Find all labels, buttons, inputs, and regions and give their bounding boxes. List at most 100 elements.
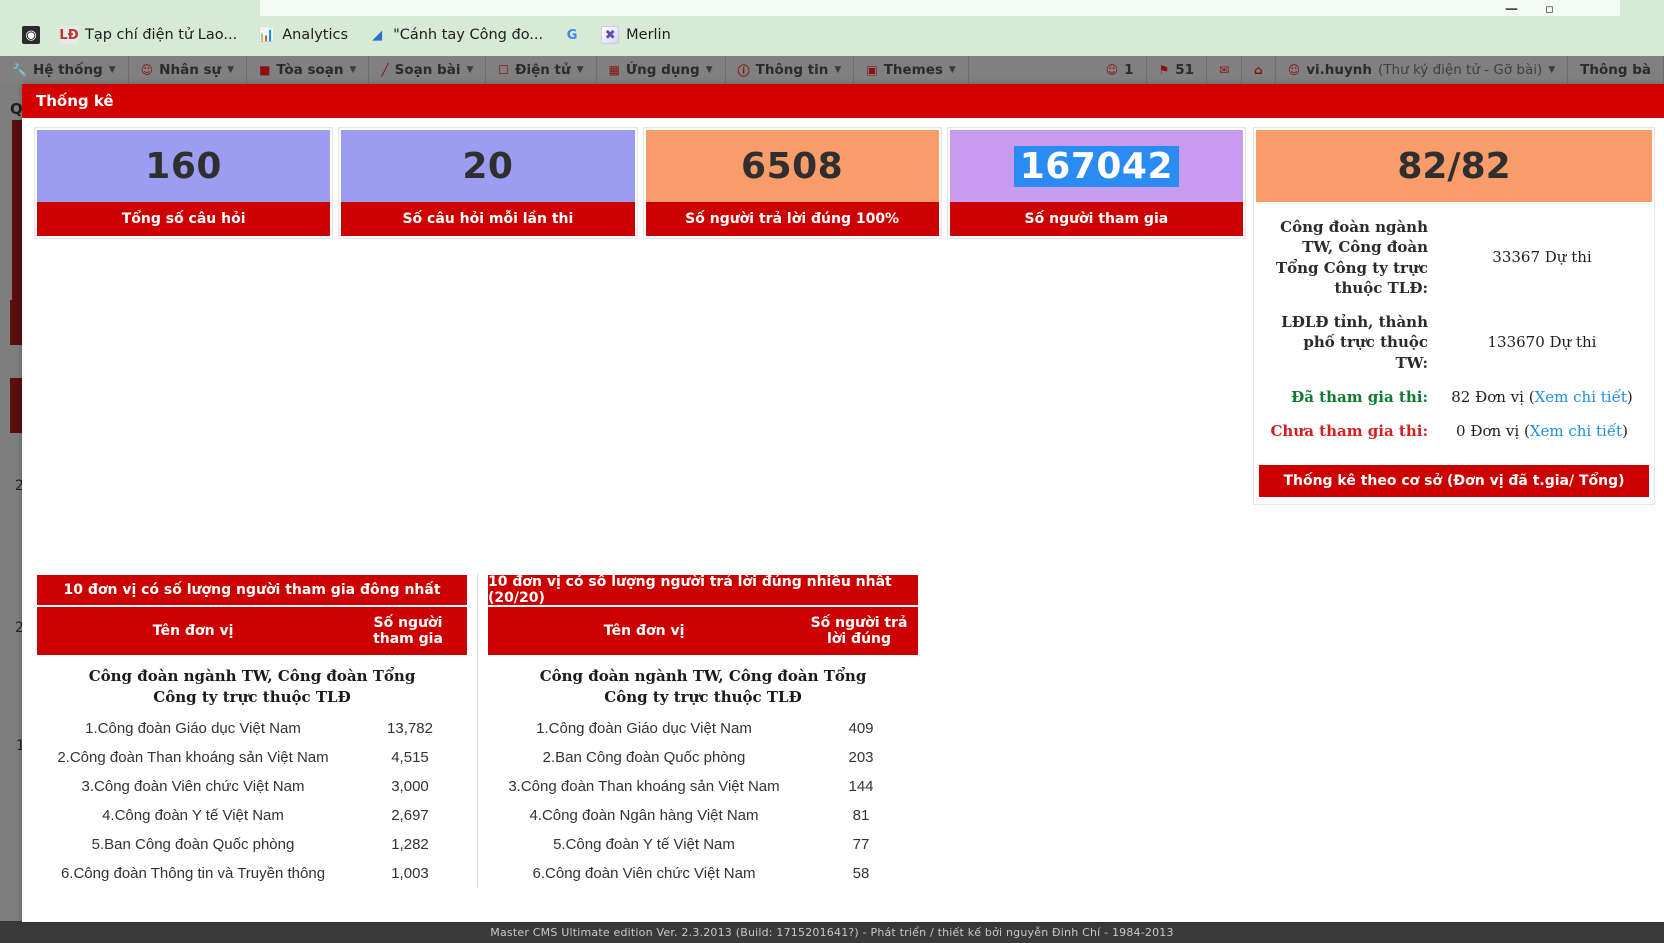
- bookmark-home[interactable]: ◉: [12, 24, 50, 46]
- pencil-icon: ╱: [381, 63, 388, 77]
- kpi-label: Số người trả lời đúng 100%: [646, 202, 939, 236]
- table-title: 10 đơn vị có số lượng người tham gia đôn…: [35, 573, 469, 607]
- thong-ke-theo-co-so-button[interactable]: Thống kê theo cơ sở (Đơn vị đã t.gia/ Tổ…: [1258, 464, 1650, 498]
- status-online-users[interactable]: ☺ 1: [1094, 56, 1147, 84]
- minimize-button[interactable]: —: [1505, 2, 1518, 17]
- xem-chi-tiet-link-da-tham-gia[interactable]: Xem chi tiết: [1535, 388, 1627, 406]
- bookmark-google[interactable]: G: [553, 24, 591, 46]
- menu-item-thong-bao[interactable]: Thông bà: [1568, 56, 1664, 84]
- maximize-button[interactable]: ▫: [1545, 2, 1554, 17]
- table-row[interactable]: 1.Công đoàn Giáo dục Việt Nam 409: [486, 714, 920, 743]
- menu-item-dien-tu[interactable]: ☐ Điện tử ▼: [486, 56, 596, 84]
- modal-title: Thống kê: [36, 92, 114, 110]
- person-icon: ☺: [141, 63, 154, 77]
- table-row[interactable]: 2.Ban Công đoàn Quốc phòng 203: [486, 743, 920, 772]
- menu-item-he-thong[interactable]: 🔧 Hệ thống ▼: [0, 56, 129, 84]
- chevron-down-icon: ▼: [706, 65, 713, 75]
- account-icon: ☺: [1288, 63, 1301, 77]
- menu-label: Thông bà: [1580, 62, 1651, 78]
- table-row[interactable]: 6.Công đoàn Thông tin và Truyền thông 1,…: [35, 859, 469, 888]
- table-row[interactable]: 4.Công đoàn Y tế Việt Nam 2,697: [35, 801, 469, 830]
- table-row[interactable]: 3.Công đoàn Viên chức Việt Nam 3,000: [35, 772, 469, 801]
- row-name: 5.Công đoàn Y tế Việt Nam: [486, 836, 802, 853]
- column-header-count[interactable]: Số người trả lời đúng: [800, 607, 918, 655]
- pin-icon: ■: [259, 63, 270, 77]
- menu-item-ung-dung[interactable]: ▦ Ứng dụng ▼: [597, 56, 726, 84]
- kpi-card-tra-loi-dung-100[interactable]: 6508 Số người trả lời đúng 100%: [644, 128, 941, 238]
- kpi-value-wrapper: 167042: [950, 130, 1243, 202]
- menu-label: Điện tử: [515, 62, 570, 78]
- table-row[interactable]: 2.Công đoàn Than khoáng sản Việt Nam 4,5…: [35, 743, 469, 772]
- row-value: 203: [802, 749, 920, 766]
- user-menu[interactable]: ☺ vi.huynh (Thư ký điện tử - Gỡ bài) ▼: [1276, 56, 1568, 84]
- home-icon: ⌂: [1254, 63, 1263, 77]
- summary-value: 33367 Dự thi: [1442, 247, 1642, 267]
- kpi-value: 6508: [646, 130, 939, 202]
- table-row[interactable]: 1.Công đoàn Giáo dục Việt Nam 13,782: [35, 714, 469, 743]
- bookmark-merlin[interactable]: ✖ Merlin: [591, 24, 681, 46]
- analytics-icon: 📊: [257, 26, 275, 44]
- summary-key: LĐLĐ tỉnh, thành phố trực thuộc TW:: [1266, 312, 1442, 373]
- kpi-card-tong-so-cau-hoi[interactable]: 160 Tổng số câu hỏi: [35, 128, 332, 238]
- table-row[interactable]: 3.Công đoàn Than khoáng sản Việt Nam 144: [486, 772, 920, 801]
- kpi-label: Số câu hỏi mỗi lần thi: [341, 202, 634, 236]
- user-role: (Thư ký điện tử - Gỡ bài): [1378, 62, 1542, 78]
- menu-item-thong-tin[interactable]: ⓘ Thông tin ▼: [726, 56, 855, 84]
- flag-count-icon: ⚑: [1159, 63, 1170, 77]
- table-group-label: Công đoàn ngành TW, Công đoàn Tổng Công …: [35, 657, 469, 714]
- browser-window-frame: [260, 0, 1620, 16]
- summary-value: 82 Đơn vị (Xem chi tiết): [1442, 387, 1642, 407]
- summary-value: 133670 Dự thi: [1442, 332, 1642, 352]
- bookmark-label: Tạp chí điện tử Lao...: [85, 27, 237, 43]
- status-messages[interactable]: ✉: [1207, 56, 1242, 84]
- menu-item-nhan-su[interactable]: ☺ Nhân sự ▼: [129, 56, 247, 84]
- bookmark-analytics[interactable]: 📊 Analytics: [247, 24, 358, 46]
- user-name: vi.huynh: [1306, 62, 1372, 78]
- menu-item-soan-bai[interactable]: ╱ Soạn bài ▼: [369, 56, 486, 84]
- xem-chi-tiet-link-chua-tham-gia[interactable]: Xem chi tiết: [1530, 422, 1622, 440]
- status-flags[interactable]: ⚑ 51: [1147, 56, 1208, 84]
- menu-item-toa-soan[interactable]: ■ Tòa soạn ▼: [247, 56, 369, 84]
- menu-label: Ứng dụng: [626, 62, 700, 78]
- unit-summary-panel: 82/82 Công đoàn ngành TW, Công đoàn Tổng…: [1254, 128, 1654, 504]
- kpi-card-so-cau-hoi-moi-lan-thi[interactable]: 20 Số câu hỏi mỗi lần thi: [339, 128, 636, 238]
- table-row[interactable]: 6.Công đoàn Viên chức Việt Nam 58: [486, 859, 920, 888]
- row-name: 2.Công đoàn Than khoáng sản Việt Nam: [35, 749, 351, 766]
- table-header-row: Tên đơn vị Số người trả lời đúng: [486, 607, 920, 657]
- kpi-value: 160: [37, 130, 330, 202]
- column-header-name[interactable]: Tên đơn vị: [37, 607, 349, 655]
- table-row[interactable]: 5.Ban Công đoàn Quốc phòng 1,282: [35, 830, 469, 859]
- table-row[interactable]: 4.Công đoàn Ngân hàng Việt Nam 81: [486, 801, 920, 830]
- menu-item-themes[interactable]: ▣ Themes ▼: [854, 56, 969, 84]
- kpi-label: Số người tham gia: [950, 202, 1243, 236]
- table-top-participants: 10 đơn vị có số lượng người tham gia đôn…: [35, 573, 469, 888]
- column-header-name[interactable]: Tên đơn vị: [488, 607, 800, 655]
- chevron-down-icon: ▼: [1548, 65, 1555, 75]
- menu-label: Soạn bài: [395, 62, 461, 78]
- summary-row-chua-tham-gia: Chưa tham gia thi: 0 Đơn vị (Xem chi tiế…: [1266, 414, 1642, 448]
- summary-suffix: ): [1622, 422, 1628, 440]
- bookmark-label: Analytics: [282, 27, 348, 43]
- wrench-icon: 🔧: [12, 63, 27, 77]
- summary-key: Đã tham gia thi:: [1266, 387, 1442, 407]
- kpi-card-row: 160 Tổng số câu hỏi 20 Số câu hỏi mỗi lầ…: [35, 128, 1245, 238]
- bookmarks-bar: ◉ LĐ Tạp chí điện tử Lao... 📊 Analytics …: [0, 18, 681, 52]
- kpi-card-so-nguoi-tham-gia[interactable]: 167042 Số người tham gia: [948, 128, 1245, 238]
- table-row[interactable]: 5.Công đoàn Y tế Việt Nam 77: [486, 830, 920, 859]
- chevron-down-icon: ▼: [466, 65, 473, 75]
- modal-title-bar: Thống kê: [22, 84, 1664, 118]
- row-name: 1.Công đoàn Giáo dục Việt Nam: [486, 720, 802, 737]
- column-header-count[interactable]: Số người tham gia: [349, 607, 467, 655]
- row-value: 4,515: [351, 749, 469, 766]
- status-home[interactable]: ⌂: [1242, 56, 1276, 84]
- user-count-icon: ☺: [1106, 63, 1119, 77]
- browser-chrome: — ▫ ◉ LĐ Tạp chí điện tử Lao... 📊 Analyt…: [0, 0, 1664, 56]
- info-icon: ⓘ: [738, 62, 750, 79]
- bookmark-tap-chi[interactable]: LĐ Tạp chí điện tử Lao...: [50, 24, 247, 46]
- bookmark-canh-tay[interactable]: ◢ "Cánh tay Công đo...: [358, 24, 553, 46]
- row-value: 144: [802, 778, 920, 795]
- status-value: 1: [1124, 62, 1133, 78]
- chevron-down-icon: ▼: [227, 65, 234, 75]
- kpi-value-selected[interactable]: 167042: [1014, 146, 1179, 187]
- row-value: 409: [802, 720, 920, 737]
